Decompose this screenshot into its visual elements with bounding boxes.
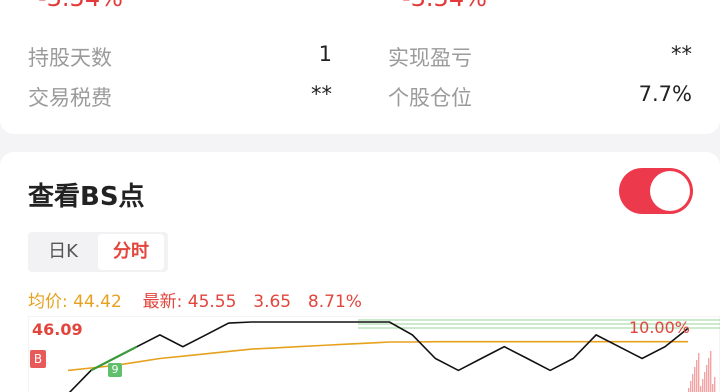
- chart-period-selector: 日K 分时: [28, 232, 168, 272]
- avg-price-label: 均价:: [28, 292, 68, 312]
- volume-bar: [704, 372, 706, 392]
- intraday-chart-svg: [27, 315, 720, 392]
- latest-price-label: 最新:: [142, 292, 183, 312]
- tax-fee-label: 交易税费: [28, 86, 112, 110]
- tab-daily-k[interactable]: 日K: [28, 232, 98, 272]
- volume-bar: [692, 374, 694, 392]
- latest-price-value: 45.55: [187, 292, 237, 312]
- toggle-knob: [650, 171, 690, 211]
- buy-marker[interactable]: B: [30, 350, 46, 368]
- trade-marker[interactable]: 9: [108, 363, 122, 377]
- realized-pl-label: 实现盈亏: [388, 46, 472, 70]
- bs-section-title: 查看BS点: [28, 182, 145, 212]
- hold-days-value: 1: [318, 42, 332, 66]
- chart-limit-pct: 10.00%: [628, 318, 690, 337]
- hold-days-label: 持股天数: [28, 46, 112, 70]
- volume-bar: [702, 379, 704, 392]
- volume-bar: [688, 388, 690, 392]
- chart-high-price: 46.09: [32, 320, 83, 339]
- volume-bar: [698, 353, 700, 392]
- position-ratio-value: 7.7%: [638, 82, 692, 106]
- tax-fee-value: **: [311, 82, 332, 106]
- avg-price-value: 44.42: [73, 292, 122, 312]
- volume-bar: [710, 351, 712, 392]
- price-change-pct: 8.71%: [307, 292, 362, 312]
- quote-info-line: 均价: 44.42 最新: 45.55 3.65 8.71%: [28, 287, 362, 312]
- bs-points-card: 查看BS点 日K 分时 均价: 44.42 最新: 45.55 3.65 8.7…: [0, 152, 720, 392]
- price-change-value: 3.65: [253, 292, 292, 312]
- realized-pl-value: **: [671, 42, 692, 66]
- volume-bar: [708, 358, 710, 392]
- volume-bar: [690, 381, 692, 392]
- volume-bar: [714, 377, 716, 392]
- volume-bar: [700, 386, 702, 392]
- tab-intraday[interactable]: 分时: [98, 234, 164, 270]
- volume-bar: [696, 360, 698, 392]
- volume-bar: [706, 365, 708, 392]
- position-ratio-label: 个股仓位: [388, 86, 472, 110]
- bs-toggle-switch[interactable]: [619, 168, 693, 214]
- profit-pct-right: -3.54%: [402, 0, 487, 12]
- intraday-chart[interactable]: 46.09 10.00% B 9: [27, 315, 720, 392]
- volume-bar: [712, 384, 714, 392]
- profit-pct-left: -3.54%: [38, 0, 123, 12]
- position-summary-card: -3.54% -3.54% 持股天数 1 实现盈亏 ** 交易税费 ** 个股仓…: [0, 0, 720, 134]
